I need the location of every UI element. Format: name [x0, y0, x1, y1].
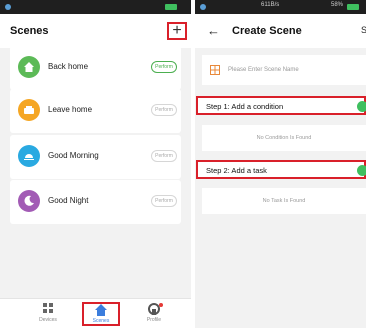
add-scene-button[interactable]: + — [167, 22, 187, 40]
nav-scenes[interactable]: Scenes — [82, 302, 120, 326]
battery-percent: 58% — [331, 2, 344, 8]
status-bar: 611B/s 58% — [195, 0, 366, 14]
scene-card-back-home[interactable]: Back home Perform — [10, 46, 181, 90]
condition-empty-state: No Condition Is Found — [202, 125, 366, 151]
add-condition-row[interactable]: Step 1: Add a condition — [196, 96, 366, 115]
door-icon — [18, 99, 40, 121]
scenes-screen: Scenes + Back home Perform Leave home Pe… — [0, 0, 191, 328]
perform-button[interactable]: Perform — [151, 150, 177, 162]
scene-name-icon — [210, 65, 220, 75]
no-condition-text: No Condition Is Found — [256, 135, 312, 141]
step-2-label: Step 2: Add a task — [206, 166, 267, 175]
add-task-icon[interactable] — [357, 165, 366, 176]
nav-label: Profile — [146, 317, 162, 323]
nav-devices[interactable]: Devices — [28, 303, 68, 327]
status-bar — [0, 0, 191, 14]
page-title: Scenes — [10, 25, 49, 37]
no-task-text: No Task Is Found — [262, 198, 306, 204]
add-condition-icon[interactable] — [357, 101, 366, 112]
notification-dot — [159, 303, 163, 307]
back-arrow-icon[interactable]: ← — [207, 23, 220, 38]
scene-card-good-morning[interactable]: Good Morning Perform — [10, 135, 181, 179]
home-nav-icon — [95, 304, 107, 316]
scene-name: Good Morning — [48, 151, 99, 160]
battery-icon — [165, 4, 177, 10]
add-task-row[interactable]: Step 2: Add a task — [196, 160, 366, 179]
network-speed: 611B/s — [261, 2, 280, 8]
moon-icon — [18, 190, 40, 212]
notification-icon — [200, 4, 206, 10]
scene-name-field[interactable]: Please Enter Scene Name — [202, 55, 366, 85]
scene-card-good-night[interactable]: Good Night Perform — [10, 180, 181, 224]
save-button[interactable]: Sa — [361, 25, 366, 35]
scene-name: Leave home — [48, 105, 93, 114]
perform-button[interactable]: Perform — [151, 61, 177, 73]
scenes-app-bar: Scenes — [0, 14, 191, 48]
perform-button[interactable]: Perform — [151, 104, 177, 116]
nav-label: Devices — [39, 317, 57, 323]
scene-name-placeholder: Please Enter Scene Name — [228, 67, 299, 73]
nav-profile[interactable]: Profile — [134, 303, 174, 327]
scene-name: Good Night — [48, 196, 89, 205]
create-scene-app-bar: ← Create Scene Sa — [195, 14, 366, 48]
step-1-label: Step 1: Add a condition — [206, 102, 284, 111]
scene-name: Back home — [48, 62, 89, 71]
page-title: Create Scene — [232, 25, 302, 37]
battery-icon — [347, 4, 359, 10]
task-empty-state: No Task Is Found — [202, 188, 366, 214]
perform-button[interactable]: Perform — [151, 195, 177, 207]
grid-icon — [43, 303, 53, 313]
create-scene-screen: 611B/s 58% ← Create Scene Sa Please Ente… — [195, 0, 366, 328]
sunrise-icon — [18, 145, 40, 167]
notification-icon — [5, 4, 11, 10]
bottom-nav: Devices Scenes Profile — [0, 298, 191, 328]
home-icon — [18, 56, 40, 78]
nav-label: Scenes — [92, 318, 110, 324]
scene-card-leave-home[interactable]: Leave home Perform — [10, 89, 181, 133]
